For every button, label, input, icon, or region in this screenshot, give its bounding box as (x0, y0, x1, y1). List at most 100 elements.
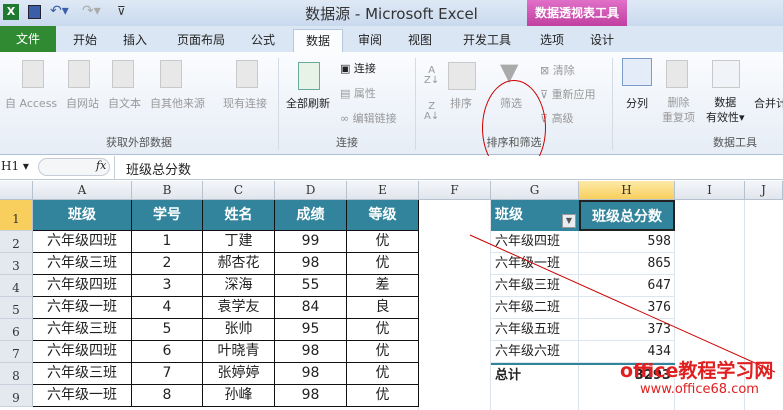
table-cell[interactable]: 2 (132, 253, 203, 275)
table-cell[interactable]: 优 (347, 385, 419, 407)
table-cell[interactable]: 95 (275, 319, 347, 341)
column-header-E[interactable]: E (347, 181, 419, 200)
table-cell[interactable]: 六年级三班 (33, 253, 132, 275)
clear-button[interactable]: ⊠ 清除 (540, 62, 575, 78)
edit-links-button[interactable]: ∞ 编辑链接 (340, 110, 397, 126)
tab-options[interactable]: 选项 (530, 29, 574, 52)
formula-input[interactable]: 班级总分数 (126, 159, 191, 178)
table-cell[interactable]: 六年级一班 (33, 297, 132, 319)
table-cell[interactable]: 张帅 (203, 319, 275, 341)
column-header-D[interactable]: D (275, 181, 347, 200)
pivot-row-label[interactable]: 六年级五班 (491, 319, 579, 341)
column-header-J[interactable]: J (745, 181, 783, 200)
table-cell[interactable]: 丁建 (203, 231, 275, 253)
pivot-header-value[interactable]: 班级总分数 (579, 200, 675, 231)
pivot-row-value[interactable]: 373 (579, 319, 675, 341)
remove-duplicates-button[interactable]: 删除 重复项 (662, 95, 695, 125)
tab-developer[interactable]: 开发工具 (452, 29, 522, 52)
column-header-I[interactable]: I (675, 181, 745, 200)
row-header-9[interactable]: 9 (0, 385, 33, 407)
table-cell[interactable]: 55 (275, 275, 347, 297)
tab-review[interactable]: 审阅 (348, 29, 392, 52)
table-cell[interactable]: 优 (347, 253, 419, 275)
pivot-row-value[interactable]: 647 (579, 275, 675, 297)
select-all-corner[interactable] (0, 181, 33, 200)
sort-button[interactable]: 排序 (450, 95, 472, 111)
data-validation-button[interactable]: 数据 有效性▾ (706, 95, 745, 125)
pivot-row-label[interactable]: 六年级六班 (491, 341, 579, 363)
row-header-7[interactable]: 7 (0, 341, 33, 363)
table-cell[interactable]: 4 (132, 297, 203, 319)
table-cell[interactable]: 六年级四班 (33, 341, 132, 363)
table-cell[interactable]: 6 (132, 341, 203, 363)
pivot-row-label[interactable]: 六年级一班 (491, 253, 579, 275)
column-header-F[interactable]: F (419, 181, 491, 200)
tab-formulas[interactable]: 公式 (240, 29, 286, 52)
column-header-G[interactable]: G (491, 181, 579, 200)
column-header-H[interactable]: H (579, 181, 675, 200)
table-cell[interactable]: 98 (275, 341, 347, 363)
row-header-1[interactable]: 1 (0, 200, 33, 231)
table-cell[interactable]: 98 (275, 253, 347, 275)
from-web-button[interactable]: 自网站 (66, 95, 99, 111)
row-header-6[interactable]: 6 (0, 319, 33, 341)
from-other-sources-button[interactable]: 自其他来源 (150, 95, 205, 111)
tab-data[interactable]: 数据 (293, 29, 343, 52)
reapply-button[interactable]: ⊽ 重新应用 (540, 86, 596, 102)
table-cell[interactable]: 良 (347, 297, 419, 319)
table-cell[interactable]: 六年级四班 (33, 275, 132, 297)
table-cell[interactable]: 99 (275, 231, 347, 253)
text-to-columns-button[interactable]: 分列 (626, 95, 648, 111)
table-cell[interactable]: 优 (347, 341, 419, 363)
table-cell[interactable]: 8 (132, 385, 203, 407)
filter-dropdown-icon[interactable]: ▼ (562, 214, 576, 228)
properties-button[interactable]: ▤ 属性 (340, 85, 376, 101)
table-cell[interactable]: 差 (347, 275, 419, 297)
table-cell[interactable]: 5 (132, 319, 203, 341)
table-header-cell[interactable]: 成绩 (275, 200, 347, 231)
pivot-row-value[interactable]: 598 (579, 231, 675, 253)
from-text-button[interactable]: 自文本 (108, 95, 141, 111)
tab-view[interactable]: 视图 (398, 29, 442, 52)
insert-function-icon[interactable]: fx (96, 159, 106, 172)
table-header-cell[interactable]: 班级 (33, 200, 132, 231)
column-header-B[interactable]: B (132, 181, 203, 200)
table-cell[interactable]: 优 (347, 231, 419, 253)
from-access-button[interactable]: 自 Access (5, 95, 57, 111)
sort-desc-icon[interactable]: Z A↓ (424, 102, 439, 122)
table-cell[interactable]: 深海 (203, 275, 275, 297)
table-header-cell[interactable]: 学号 (132, 200, 203, 231)
name-box[interactable]: H1 ▾ (1, 159, 29, 173)
table-cell[interactable]: 优 (347, 363, 419, 385)
table-cell[interactable]: 7 (132, 363, 203, 385)
connections-button[interactable]: ▣ 连接 (340, 60, 376, 76)
table-cell[interactable]: 张婷婷 (203, 363, 275, 385)
tab-home[interactable]: 开始 (62, 29, 108, 52)
table-cell[interactable]: 袁学友 (203, 297, 275, 319)
consolidate-button[interactable]: 合并计 (754, 95, 783, 111)
table-cell[interactable]: 84 (275, 297, 347, 319)
table-cell[interactable]: 优 (347, 319, 419, 341)
table-header-cell[interactable]: 等级 (347, 200, 419, 231)
row-header-4[interactable]: 4 (0, 275, 33, 297)
table-cell[interactable]: 3 (132, 275, 203, 297)
refresh-all-button[interactable]: 全部刷新 (286, 95, 330, 111)
row-header-8[interactable]: 8 (0, 363, 33, 385)
existing-connections-button[interactable]: 现有连接 (223, 95, 267, 111)
table-header-cell[interactable]: 姓名 (203, 200, 275, 231)
pivot-row-value[interactable]: 865 (579, 253, 675, 275)
table-cell[interactable]: 六年级一班 (33, 385, 132, 407)
pivot-row-label[interactable]: 六年级二班 (491, 297, 579, 319)
table-cell[interactable]: 六年级三班 (33, 363, 132, 385)
table-cell[interactable]: 六年级四班 (33, 231, 132, 253)
row-header-3[interactable]: 3 (0, 253, 33, 275)
table-cell[interactable]: 98 (275, 385, 347, 407)
row-header-5[interactable]: 5 (0, 297, 33, 319)
pivot-row-label[interactable]: 六年级四班 (491, 231, 579, 253)
pivot-row-value[interactable]: 376 (579, 297, 675, 319)
tab-file[interactable]: 文件 (0, 26, 56, 52)
tab-page-layout[interactable]: 页面布局 (168, 29, 234, 52)
table-cell[interactable]: 叶晓青 (203, 341, 275, 363)
table-cell[interactable]: 郝杏花 (203, 253, 275, 275)
table-cell[interactable]: 六年级三班 (33, 319, 132, 341)
